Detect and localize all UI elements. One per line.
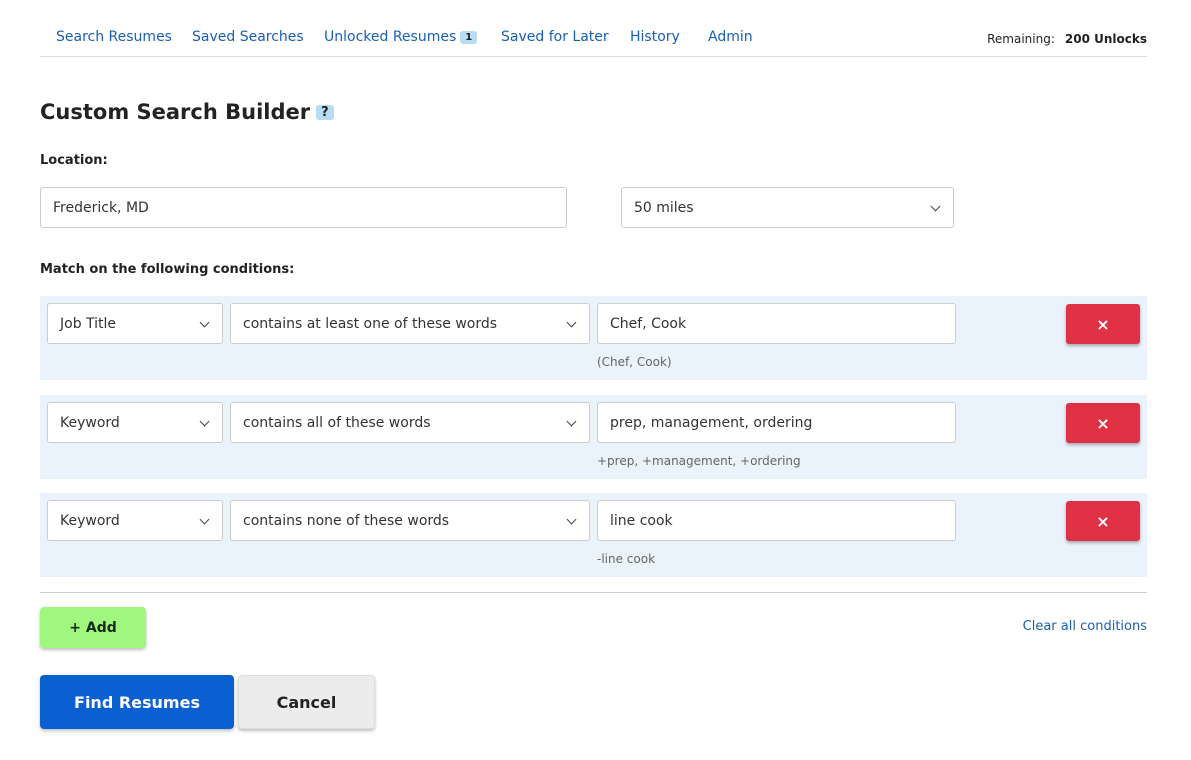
condition-row: Keyword contains none of these words lin…: [40, 493, 1147, 577]
condition-preview: +prep, +management, +ordering: [597, 454, 801, 468]
condition-operator-select[interactable]: contains none of these words: [230, 500, 590, 541]
help-icon[interactable]: ?: [316, 105, 334, 120]
nav-saved-for-later[interactable]: Saved for Later: [501, 29, 609, 45]
conditions-label: Match on the following conditions:: [40, 262, 295, 277]
condition-operator-select[interactable]: contains all of these words: [230, 402, 590, 443]
add-condition-button[interactable]: + Add: [40, 607, 146, 648]
remaining-value: 200 Unlocks: [1064, 32, 1147, 46]
condition-value-input[interactable]: prep, management, ordering: [597, 402, 956, 443]
page-title: Custom Search Builder?: [40, 100, 334, 124]
condition-field-select[interactable]: Keyword: [47, 402, 223, 443]
condition-field-select[interactable]: Job Title: [47, 303, 223, 344]
remaining-unlocks: Remaining: 200 Unlocks: [987, 32, 1147, 46]
condition-preview: (Chef, Cook): [597, 355, 672, 369]
condition-value-input[interactable]: Chef, Cook: [597, 303, 956, 344]
condition-row: Job Title contains at least one of these…: [40, 296, 1147, 380]
condition-value-input[interactable]: line cook: [597, 500, 956, 541]
top-nav: Search Resumes Saved Searches Unlocked R…: [40, 26, 1147, 57]
nav-admin[interactable]: Admin: [708, 29, 753, 45]
condition-row: Keyword contains all of these words prep…: [40, 395, 1147, 479]
nav-unlocked-resumes[interactable]: Unlocked Resumes 1: [324, 29, 478, 45]
find-resumes-button[interactable]: Find Resumes: [40, 675, 234, 729]
clear-all-conditions-link[interactable]: Clear all conditions: [1023, 619, 1147, 634]
remove-condition-button[interactable]: ×: [1066, 501, 1140, 541]
nav-history[interactable]: History: [630, 29, 680, 45]
location-label: Location:: [40, 153, 108, 168]
nav-saved-searches[interactable]: Saved Searches: [192, 29, 304, 45]
condition-operator-select[interactable]: contains at least one of these words: [230, 303, 590, 344]
nav-search-resumes[interactable]: Search Resumes: [56, 29, 172, 45]
unlocked-count-badge: 1: [460, 30, 478, 44]
condition-field-select[interactable]: Keyword: [47, 500, 223, 541]
remove-condition-button[interactable]: ×: [1066, 304, 1140, 344]
divider: [40, 592, 1147, 593]
location-input[interactable]: Frederick, MD: [40, 187, 567, 228]
condition-preview: -line cook: [597, 552, 656, 566]
cancel-button[interactable]: Cancel: [238, 675, 375, 729]
nav-label: Unlocked Resumes: [324, 29, 457, 45]
radius-select[interactable]: 50 miles: [621, 187, 954, 228]
remove-condition-button[interactable]: ×: [1066, 403, 1140, 443]
title-text: Custom Search Builder: [40, 100, 311, 124]
remaining-label: Remaining:: [987, 32, 1055, 46]
